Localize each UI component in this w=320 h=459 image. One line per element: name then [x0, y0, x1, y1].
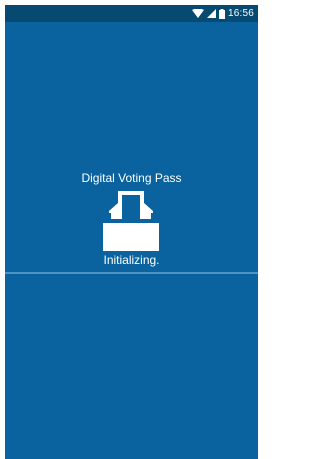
- wifi-icon: [191, 8, 204, 19]
- cell-signal-icon: [206, 9, 216, 18]
- app-title: Digital Voting Pass: [81, 171, 182, 185]
- status-bar: 16:56: [5, 5, 258, 22]
- status-icons: 16:56: [191, 6, 254, 21]
- divider: [5, 272, 258, 274]
- app-screen: 16:56 Digital Voting Pass Initializing.: [5, 5, 258, 459]
- loading-status: Initializing.: [103, 253, 160, 267]
- ballot-box-icon: [97, 189, 165, 253]
- battery-icon: [218, 8, 225, 19]
- clock: 16:56: [227, 8, 254, 19]
